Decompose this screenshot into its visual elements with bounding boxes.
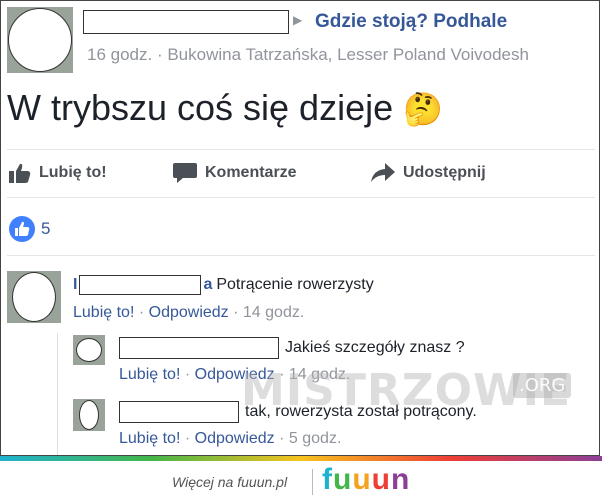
reply-avatar bbox=[76, 338, 102, 362]
watermark-org-badge: .ORG bbox=[513, 373, 572, 398]
like-button-label: Lubię to! bbox=[39, 164, 107, 181]
reply-text: Jakieś szczegóły znasz ? bbox=[285, 339, 465, 356]
footer: Więcej na fuuun.pl fuuun bbox=[0, 461, 602, 502]
poster-avatar-frame[interactable] bbox=[7, 7, 73, 73]
comment-button[interactable]: Komentarze bbox=[173, 163, 297, 183]
commenter-avatar bbox=[12, 272, 56, 322]
group-name-link[interactable]: Gdzie stoją? Podhale bbox=[315, 11, 507, 33]
post-meta: 16 godz. · Bukowina Tatrzańska, Lesser P… bbox=[87, 45, 529, 64]
comment-actions: Lubię to! · Odpowiedz · 14 godz. bbox=[73, 304, 304, 322]
facebook-post-card: ▶ Gdzie stoją? Podhale 16 godz. · Bukowi… bbox=[0, 0, 600, 456]
fuuun-logo[interactable]: fuuun bbox=[322, 463, 410, 497]
reactions-summary[interactable]: 5 bbox=[9, 216, 50, 242]
thinking-face-emoji: 🤔 bbox=[403, 91, 443, 127]
separator-dot: · bbox=[138, 304, 145, 321]
fuuun-logo-letter: u bbox=[333, 463, 353, 496]
reply-avatar bbox=[79, 400, 99, 430]
reply-avatar-frame[interactable] bbox=[73, 399, 105, 431]
share-arrow-icon bbox=[371, 163, 395, 182]
divider bbox=[7, 255, 595, 256]
post-text: W trybszu coś się dzieje bbox=[7, 87, 394, 128]
divider bbox=[7, 149, 595, 150]
share-button-label: Udostępnij bbox=[403, 164, 486, 181]
like-reaction-icon bbox=[9, 216, 35, 242]
reply-like-link[interactable]: Lubię to! bbox=[119, 366, 180, 383]
reply-reply-link[interactable]: Odpowiedz bbox=[195, 430, 275, 447]
separator-dot: · bbox=[279, 430, 285, 447]
commenter-avatar-frame[interactable] bbox=[7, 271, 61, 323]
commenter-name-tail[interactable]: a bbox=[203, 276, 212, 294]
poster-name-redacted[interactable] bbox=[83, 10, 289, 34]
share-button[interactable]: Udostępnij bbox=[371, 163, 486, 183]
reactions-count: 5 bbox=[41, 219, 51, 238]
reply-row: Jakieś szczegóły znasz ? bbox=[119, 337, 465, 359]
fuuun-logo-letter: f bbox=[322, 463, 333, 496]
fuuun-logo-letter: n bbox=[390, 463, 411, 496]
comment-text: Potrącenie rowerzysty bbox=[216, 276, 374, 293]
fuuun-logo-text: fuuun bbox=[322, 463, 410, 496]
like-button[interactable]: Lubię to! bbox=[9, 163, 107, 183]
reply-avatar-frame[interactable] bbox=[73, 335, 105, 365]
footer-divider bbox=[312, 469, 313, 495]
footer-more-link[interactable]: Więcej na fuuun.pl bbox=[172, 474, 287, 490]
commenter-name-initial[interactable]: I bbox=[73, 276, 77, 294]
reply-name-redacted[interactable] bbox=[119, 337, 279, 359]
commenter-name-redacted[interactable] bbox=[79, 275, 202, 295]
reply-actions: Lubię to! · Odpowiedz · 5 godz. bbox=[119, 430, 341, 448]
comment-reply-link[interactable]: Odpowiedz bbox=[149, 304, 229, 321]
fuuun-logo-letter: u bbox=[371, 463, 391, 496]
separator-dot: · bbox=[184, 430, 191, 447]
comment-like-link[interactable]: Lubię to! bbox=[73, 304, 134, 321]
comment-row: I a Potrącenie rowerzysty bbox=[73, 275, 374, 295]
reply-time: 5 godz. bbox=[288, 430, 342, 447]
comment-time: 14 godz. bbox=[242, 304, 305, 321]
fuuun-logo-letter: u bbox=[352, 463, 372, 496]
chevron-right-icon: ▶ bbox=[293, 13, 303, 27]
reply-name-redacted[interactable] bbox=[119, 401, 239, 423]
reply-thread-line bbox=[57, 333, 58, 455]
separator-dot: · bbox=[184, 366, 191, 383]
comment-icon bbox=[173, 163, 197, 183]
thumbs-up-icon bbox=[9, 163, 31, 183]
comment-button-label: Komentarze bbox=[205, 164, 297, 181]
divider bbox=[7, 197, 595, 198]
poster-avatar bbox=[8, 8, 72, 72]
reply-like-link[interactable]: Lubię to! bbox=[119, 430, 180, 447]
post-text-row: W trybszu coś się dzieje 🤔 bbox=[7, 87, 443, 129]
separator-dot: · bbox=[233, 304, 239, 321]
